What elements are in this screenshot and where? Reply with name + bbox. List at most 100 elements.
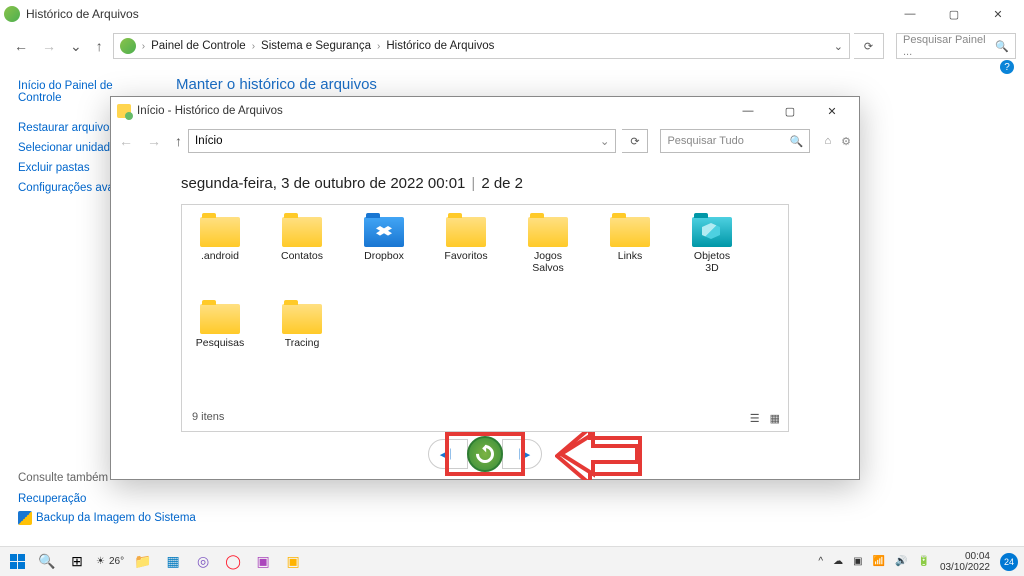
folder-icon	[610, 217, 650, 247]
folder-item[interactable]: Pesquisas	[194, 304, 246, 350]
home-icon[interactable]: ⌂	[824, 135, 831, 148]
start-button[interactable]	[6, 551, 28, 573]
folder-icon	[200, 304, 240, 334]
close-button[interactable]: ✕	[976, 0, 1020, 28]
fh-address-dropdown[interactable]: ⌄	[600, 134, 610, 148]
nav-bar: ← → ⌄ ↑ › Painel de Controle › Sistema e…	[0, 28, 1024, 64]
fh-maximize-button[interactable]: ▢	[769, 98, 811, 124]
forward-button[interactable]: →	[42, 38, 56, 54]
folder-label: Favoritos	[440, 251, 492, 263]
breadcrumb[interactable]: Painel de Controle	[151, 40, 246, 52]
notification-badge[interactable]: 24	[1000, 553, 1018, 571]
folder-item[interactable]: Tracing	[276, 304, 328, 350]
tray-meet-icon[interactable]: ▣	[853, 556, 862, 567]
window-title: Histórico de Arquivos	[26, 7, 888, 21]
main-title-bar: Histórico de Arquivos — ▢ ✕	[0, 0, 1024, 28]
fh-file-area: .android Contatos Dropbox Favoritos Jogos Sa…	[181, 204, 789, 432]
system-clock[interactable]: 00:04 03/10/2022	[940, 551, 990, 573]
fh-back-button[interactable]: ←	[119, 133, 133, 149]
folder-label: Tracing	[276, 338, 328, 350]
tray-battery-icon[interactable]: 🔋	[917, 556, 929, 567]
folder-icon	[200, 217, 240, 247]
gear-icon[interactable]: ⚙	[841, 135, 851, 148]
grid-view-icon[interactable]: ▦	[770, 412, 780, 425]
breadcrumb[interactable]: Sistema e Segurança	[261, 40, 371, 52]
annotation-highlight-box	[445, 432, 525, 476]
app-icon	[4, 6, 20, 22]
folder-label: Objetos 3D	[686, 251, 738, 274]
fh-address-text: Início	[195, 135, 223, 147]
taskbar-app-explorer[interactable]: 📁	[132, 551, 154, 573]
fh-window-title: Início - Histórico de Arquivos	[137, 105, 727, 117]
search-input[interactable]: Pesquisar Painel ... 🔍	[896, 33, 1016, 59]
folder-item[interactable]: Favoritos	[440, 217, 492, 274]
refresh-button[interactable]: ⟳	[854, 33, 884, 59]
history-dropdown[interactable]: ⌄	[70, 38, 82, 55]
back-button[interactable]: ←	[14, 38, 28, 54]
fh-title-bar: Início - Histórico de Arquivos — ▢ ✕	[111, 97, 859, 125]
taskbar-app-obs[interactable]: ◎	[192, 551, 214, 573]
taskbar-app-trello[interactable]: ▦	[162, 551, 184, 573]
folder-icon	[528, 217, 568, 247]
shield-icon	[18, 511, 32, 525]
fh-up-button[interactable]: ↑	[175, 133, 182, 149]
search-icon: 🔍	[790, 135, 804, 148]
list-view-icon[interactable]: ☰	[750, 412, 760, 425]
folder-icon	[692, 217, 732, 247]
taskbar-app-generic2[interactable]: ▣	[282, 551, 304, 573]
taskbar-search-icon[interactable]: 🔍	[36, 551, 58, 573]
folder-item[interactable]: Jogos Salvos	[522, 217, 574, 274]
address-dropdown[interactable]: ⌄	[834, 40, 843, 53]
folder-label: Jogos Salvos	[522, 251, 574, 274]
task-view-icon[interactable]: ⊞	[66, 551, 88, 573]
fh-app-icon	[117, 104, 131, 118]
see-also-link[interactable]: Recuperação	[18, 490, 196, 508]
minimize-button[interactable]: —	[888, 0, 932, 28]
folder-label: Links	[604, 251, 656, 263]
search-icon: 🔍	[995, 40, 1009, 53]
tray-chevron-icon[interactable]: ^	[818, 556, 823, 567]
help-icon[interactable]: ?	[1000, 60, 1014, 74]
fh-close-button[interactable]: ✕	[811, 98, 853, 124]
breadcrumb[interactable]: Histórico de Arquivos	[386, 40, 494, 52]
fh-search-placeholder: Pesquisar Tudo	[667, 135, 743, 147]
folder-item[interactable]: Objetos 3D	[686, 217, 738, 274]
location-icon	[120, 38, 136, 54]
folder-icon	[446, 217, 486, 247]
maximize-button[interactable]: ▢	[932, 0, 976, 28]
fh-minimize-button[interactable]: —	[727, 98, 769, 124]
tray-volume-icon[interactable]: 🔊	[895, 556, 907, 567]
see-also-section: Consulte também Recuperação Backup da Im…	[18, 472, 196, 528]
folder-label: Contatos	[276, 251, 328, 263]
folder-label: Dropbox	[358, 251, 410, 263]
folder-icon	[364, 217, 404, 247]
weather-widget[interactable]: ☀26°	[96, 556, 124, 567]
search-placeholder: Pesquisar Painel ...	[903, 34, 995, 58]
folder-item[interactable]: Links	[604, 217, 656, 274]
taskbar-app-generic1[interactable]: ▣	[252, 551, 274, 573]
folder-item[interactable]: .android	[194, 217, 246, 274]
up-button[interactable]: ↑	[96, 38, 103, 54]
address-bar[interactable]: › Painel de Controle › Sistema e Seguran…	[113, 33, 850, 59]
folder-icon	[282, 304, 322, 334]
item-count: 9 itens	[192, 411, 224, 423]
folder-label: Pesquisas	[194, 338, 246, 350]
fh-date-line: segunda-feira, 3 de outubro de 2022 00:0…	[181, 175, 789, 192]
annotation-arrow	[555, 432, 645, 480]
fh-address-bar[interactable]: Início ⌄	[188, 129, 616, 153]
page-heading: Manter o histórico de arquivos	[176, 76, 377, 93]
see-also-link[interactable]: Backup da Imagem do Sistema	[18, 508, 196, 528]
tray-onedrive-icon[interactable]: ☁	[833, 556, 843, 567]
fh-forward-button[interactable]: →	[147, 133, 161, 149]
file-history-window: Início - Histórico de Arquivos — ▢ ✕ ← →…	[110, 96, 860, 480]
folder-item[interactable]: Contatos	[276, 217, 328, 274]
folder-label: .android	[194, 251, 246, 263]
taskbar-app-opera[interactable]: ◯	[222, 551, 244, 573]
fh-refresh-button[interactable]: ⟳	[622, 129, 648, 153]
taskbar: 🔍 ⊞ ☀26° 📁 ▦ ◎ ◯ ▣ ▣ ^ ☁ ▣ 📶 🔊 🔋 00:04 0…	[0, 546, 1024, 576]
fh-nav-bar: ← → ↑ Início ⌄ ⟳ Pesquisar Tudo 🔍 ⌂ ⚙	[111, 125, 859, 157]
folder-item[interactable]: Dropbox	[358, 217, 410, 274]
fh-search-input[interactable]: Pesquisar Tudo 🔍	[660, 129, 810, 153]
folder-icon	[282, 217, 322, 247]
tray-wifi-icon[interactable]: 📶	[873, 556, 885, 567]
